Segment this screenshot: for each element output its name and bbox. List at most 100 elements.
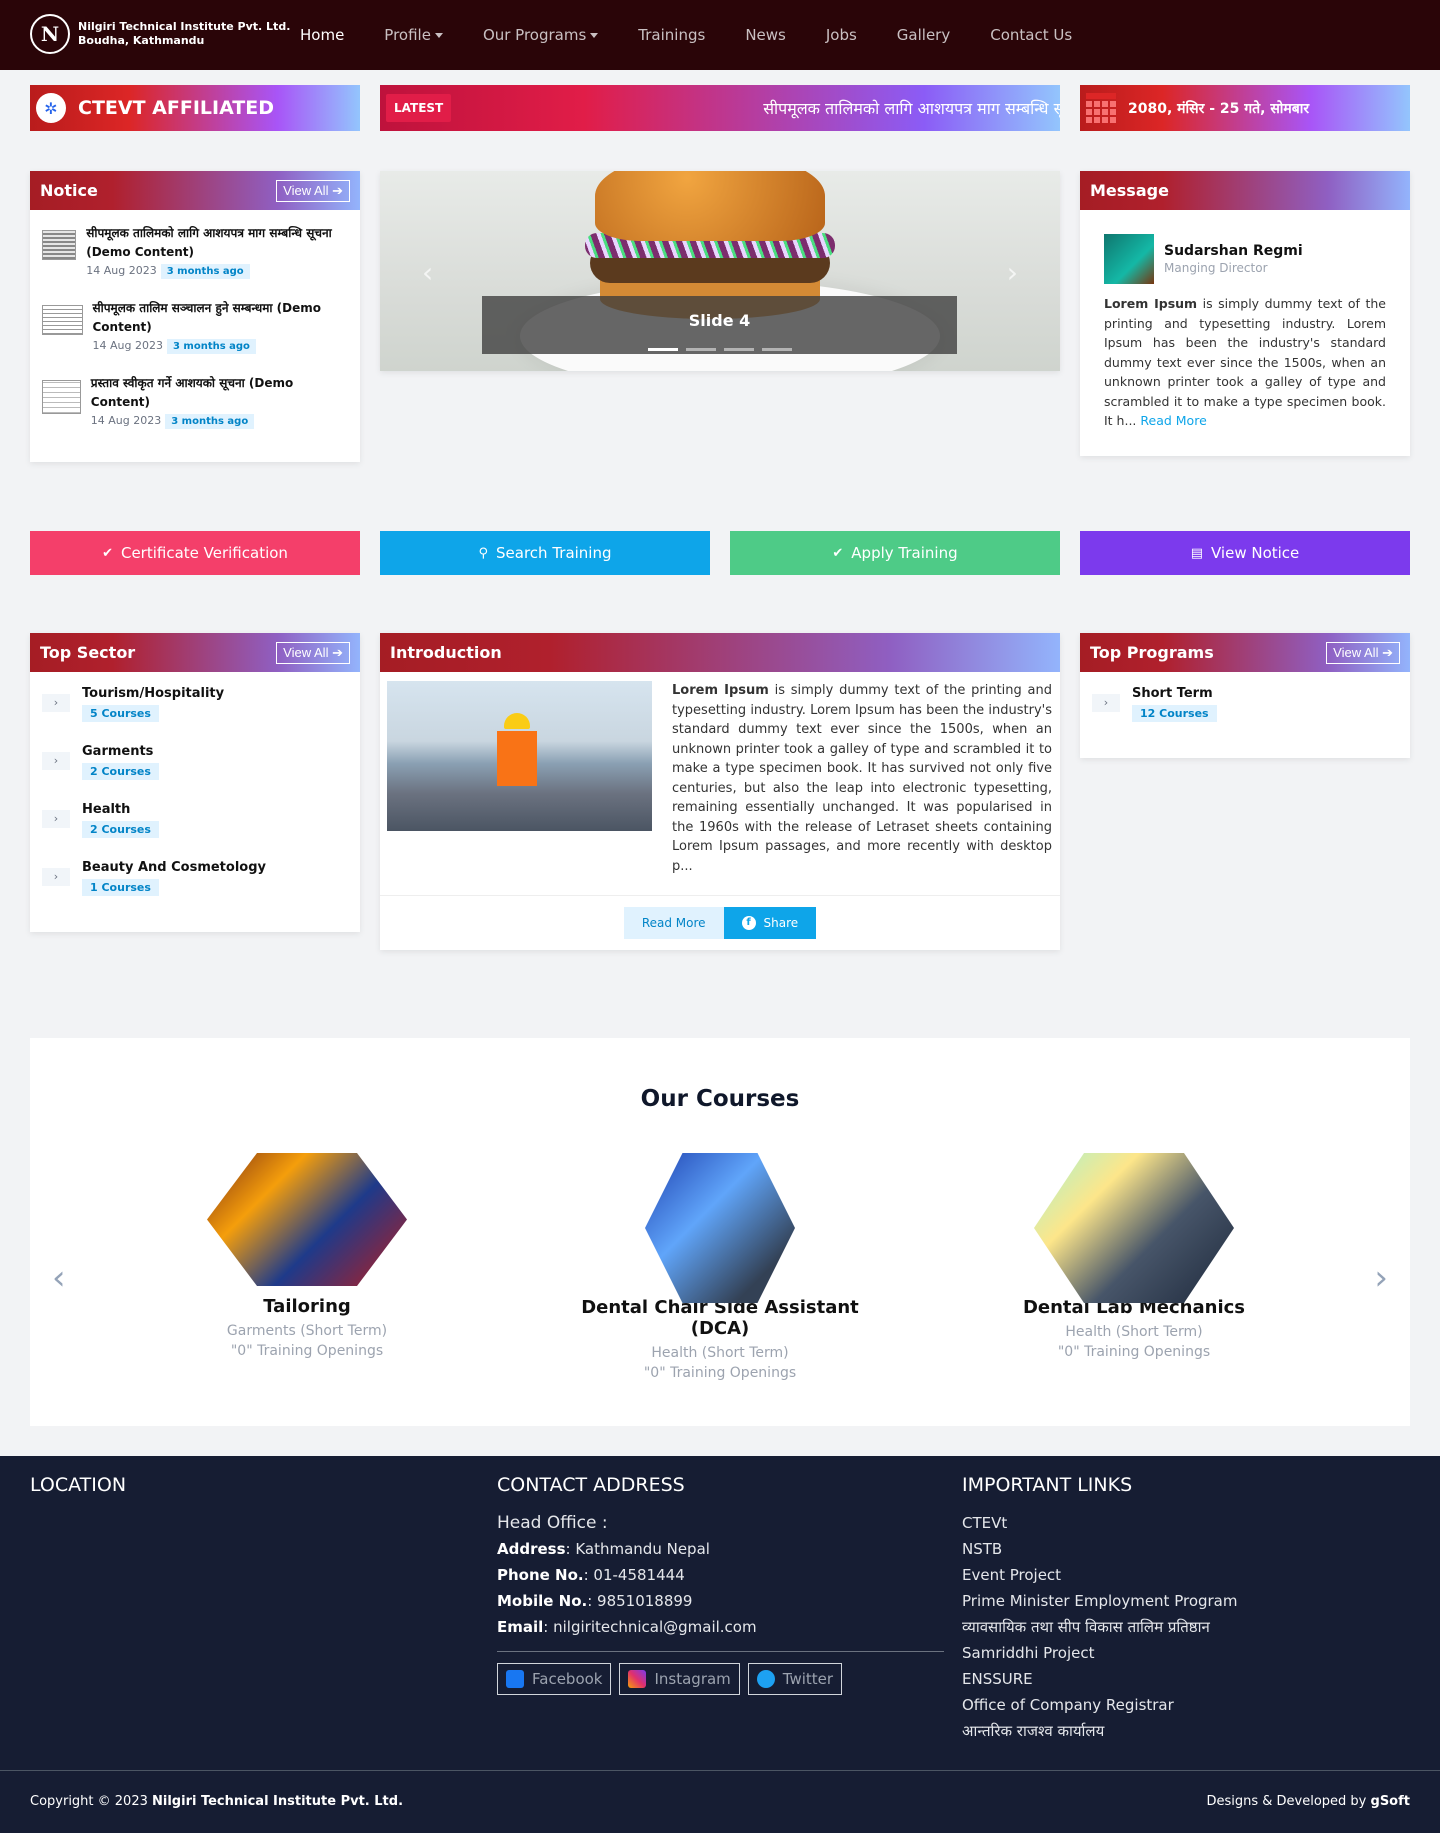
sector-name[interactable]: Health	[82, 802, 159, 817]
top-programs-header: Top Programs View All ➔	[1080, 633, 1410, 672]
courses-next-icon[interactable]: ›	[1374, 1258, 1388, 1298]
contact-title: CONTACT ADDRESS	[497, 1474, 685, 1496]
sector-item[interactable]: › Garments 2 Courses	[42, 744, 348, 788]
notice-item-title[interactable]: सीपमूलक तालिम सञ्चालन हुने सम्बन्धमा (De…	[93, 299, 349, 337]
nav-jobs[interactable]: Jobs	[826, 26, 857, 44]
footer-divider	[497, 1651, 944, 1652]
director-profile: Sudarshan Regmi Manging Director	[1104, 234, 1386, 284]
certificate-verification-button[interactable]: ✔ Certificate Verification	[30, 531, 360, 575]
share-label: Share	[763, 916, 799, 930]
facebook-button[interactable]: Facebook	[497, 1663, 612, 1695]
copyright-prefix: Copyright © 2023	[30, 1794, 153, 1809]
notice-item-title[interactable]: सीपमूलक तालिमको लागि आशयपत्र माग सम्बन्ध…	[86, 224, 348, 262]
sector-name[interactable]: Garments	[82, 744, 159, 759]
notice-item-title[interactable]: प्रस्ताव स्वीकृत गर्ने आशयको सूचना (Demo…	[91, 374, 348, 412]
nav-news[interactable]: News	[745, 26, 786, 44]
view-notice-button[interactable]: ▤ View Notice	[1080, 531, 1410, 575]
link-pm-employment[interactable]: Prime Minister Employment Program	[962, 1588, 1422, 1614]
course-card[interactable]: Dental Chair Side Assistant (DCA) Health…	[550, 1153, 890, 1381]
link-ctevt[interactable]: CTEVt	[962, 1510, 1422, 1536]
sector-name[interactable]: Beauty And Cosmetology	[82, 860, 266, 875]
social-links: Facebook Instagram Twitter	[497, 1663, 843, 1695]
slider-dot[interactable]	[762, 348, 792, 351]
message-body: is simply dummy text of the printing and…	[1104, 296, 1386, 428]
nav-trainings[interactable]: Trainings	[638, 26, 705, 44]
notice-item[interactable]: सीपमूलक तालिम सञ्चालन हुने सम्बन्धमा (De…	[42, 299, 348, 360]
course-card[interactable]: Dental Lab Mechanics Health (Short Term)…	[964, 1153, 1304, 1360]
latest-news-ticker: LATEST सीपमूलक तालिमको लागि आशयपत्र माग …	[380, 85, 1060, 131]
nav-contact-us[interactable]: Contact Us	[990, 26, 1072, 44]
apply-training-button[interactable]: ✔ Apply Training	[730, 531, 1060, 575]
course-name[interactable]: Dental Chair Side Assistant (DCA)	[550, 1297, 890, 1339]
ticker-text[interactable]: सीपमूलक तालिमको लागि आशयपत्र माग सम्बन्ध…	[463, 97, 1060, 119]
notice-item-meta: 14 Aug 2023 3 months ago	[91, 414, 348, 429]
introduction-footer: Read More f Share	[380, 895, 1060, 950]
slider-prev-icon[interactable]: ‹	[422, 256, 433, 289]
sector-item[interactable]: › Tourism/Hospitality 5 Courses	[42, 686, 348, 730]
slider-next-icon[interactable]: ›	[1007, 256, 1018, 289]
instagram-icon	[628, 1670, 647, 1688]
mobile-value: : 9851018899	[587, 1592, 693, 1610]
course-card[interactable]: Tailoring Garments (Short Term) "0" Trai…	[137, 1153, 477, 1359]
intro-share-button[interactable]: f Share	[723, 907, 817, 939]
program-item[interactable]: › Short Term 12 Courses	[1092, 686, 1398, 730]
slider-dot[interactable]	[724, 348, 754, 351]
contact-address: Address: Kathmandu Nepal	[497, 1536, 947, 1562]
slider-dot[interactable]	[648, 348, 678, 351]
link-company-registrar[interactable]: Office of Company Registrar	[962, 1692, 1422, 1718]
link-nstb[interactable]: NSTB	[962, 1536, 1422, 1562]
link-vocational-training[interactable]: व्यावसायिक तथा सीप विकास तालिम प्रतिष्ठा…	[962, 1614, 1422, 1640]
nav-our-programs[interactable]: Our Programs	[482, 26, 599, 44]
course-sector: Health (Short Term)	[1065, 1324, 1203, 1340]
developer-credit: Designs & Developed by gSoft	[1206, 1794, 1410, 1809]
link-inland-revenue[interactable]: आन्तरिक राजश्व कार्यालय	[962, 1718, 1422, 1744]
footer-contact: CONTACT ADDRESS Head Office : Address: K…	[497, 1474, 947, 1640]
director-role: Manging Director	[1164, 261, 1268, 275]
notice-item[interactable]: सीपमूलक तालिमको लागि आशयपत्र माग सम्बन्ध…	[42, 224, 348, 285]
brand[interactable]: N Nilgiri Technical Institute Pvt. Ltd. …	[30, 14, 290, 54]
nav-gallery[interactable]: Gallery	[897, 26, 950, 44]
sector-item[interactable]: › Beauty And Cosmetology 1 Courses	[42, 860, 348, 904]
link-samriddhi[interactable]: Samriddhi Project	[962, 1640, 1422, 1666]
nav-home[interactable]: Home	[300, 26, 344, 44]
top-programs-title: Top Programs	[1090, 643, 1214, 662]
slider-dot[interactable]	[686, 348, 716, 351]
sector-item[interactable]: › Health 2 Courses	[42, 802, 348, 846]
intro-read-more-button[interactable]: Read More	[623, 907, 724, 939]
nepali-date: 2080, मंसिर - 25 गते, सोमबार	[1128, 100, 1310, 117]
brand-text: Nilgiri Technical Institute Pvt. Ltd. Bo…	[78, 20, 290, 48]
nav-programs-label: Our Programs	[482, 26, 587, 44]
program-name[interactable]: Short Term	[1132, 686, 1217, 701]
course-openings: "0" Training Openings	[230, 1343, 384, 1359]
email-value[interactable]: : nilgiritechnical@gmail.com	[543, 1618, 756, 1636]
top-sector-view-all-button[interactable]: View All ➔	[276, 641, 350, 664]
arrow-right-icon: ➔	[332, 182, 343, 198]
footer-location: LOCATION	[30, 1474, 126, 1510]
dev-name[interactable]: gSoft	[1371, 1794, 1410, 1809]
sector-name[interactable]: Tourism/Hospitality	[82, 686, 224, 701]
courses-prev-icon[interactable]: ‹	[52, 1258, 66, 1298]
nav-profile[interactable]: Profile	[384, 26, 443, 44]
instagram-button[interactable]: Instagram	[619, 1663, 740, 1695]
facebook-icon	[506, 1670, 524, 1688]
links-title: IMPORTANT LINKS	[962, 1474, 1133, 1496]
link-event-project[interactable]: Event Project	[962, 1562, 1422, 1588]
top-programs-view-all-button[interactable]: View All ➔	[1326, 641, 1400, 664]
search-training-button[interactable]: ⚲ Search Training	[380, 531, 710, 575]
notice-item-meta: 14 Aug 2023 3 months ago	[86, 264, 348, 279]
twitter-button[interactable]: Twitter	[747, 1663, 843, 1695]
introduction-title: Introduction	[390, 643, 502, 662]
top-sector-header: Top Sector View All ➔	[30, 633, 360, 672]
social-label: Twitter	[782, 1670, 834, 1688]
chevron-right-icon: ›	[1092, 694, 1120, 712]
message-read-more-link[interactable]: Read More	[1140, 413, 1206, 428]
notice-item[interactable]: प्रस्ताव स्वीकृत गर्ने आशयको सूचना (Demo…	[42, 374, 348, 435]
link-enssure[interactable]: ENSSURE	[962, 1666, 1422, 1692]
mobile-label: Mobile No.	[497, 1592, 588, 1610]
course-name[interactable]: Tailoring	[137, 1296, 477, 1317]
twitter-icon	[756, 1670, 775, 1688]
contact-phone: Phone No.: 01-4581444	[497, 1562, 947, 1588]
chevron-right-icon: ›	[42, 868, 70, 886]
notice-view-all-button[interactable]: View All ➔	[276, 179, 350, 202]
course-openings: "0" Training Openings	[643, 1365, 797, 1381]
